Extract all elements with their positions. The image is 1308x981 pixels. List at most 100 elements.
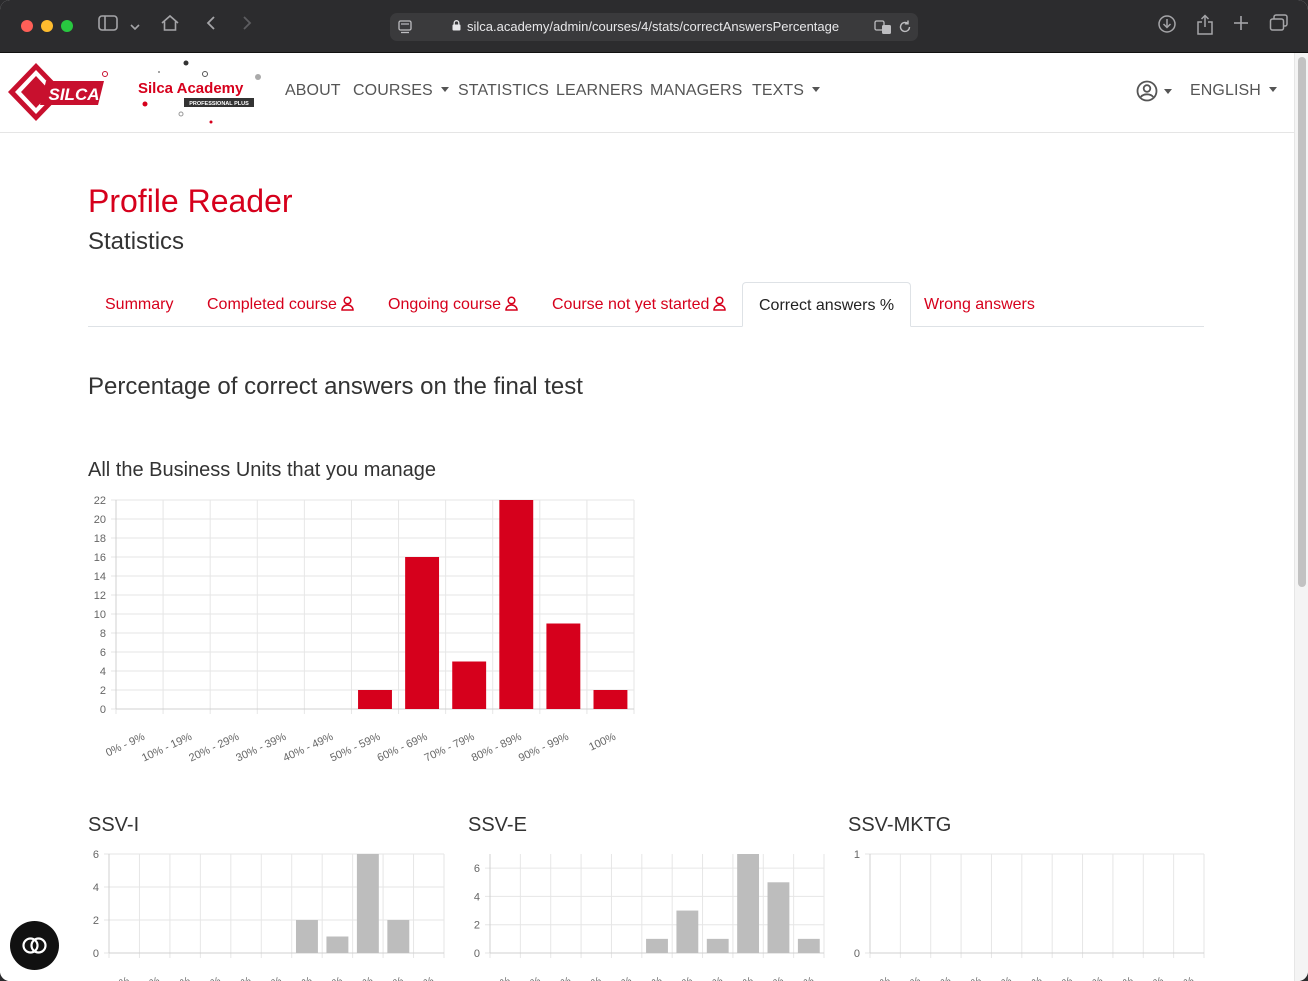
y-tick-label: 2 xyxy=(474,920,480,932)
account-menu[interactable] xyxy=(1136,80,1172,107)
y-tick-label: 2 xyxy=(93,915,99,927)
chart-ssv-e: 02460% - 9%10% - 19%20% - 29%30% - 39%40… xyxy=(470,854,825,981)
tab-overview-icon[interactable] xyxy=(1268,14,1290,38)
silca-academy-logo[interactable]: Silca Academy PROFESSIONAL PLUS xyxy=(134,59,264,127)
back-icon[interactable] xyxy=(203,14,219,38)
language-selector[interactable]: ENGLISH xyxy=(1190,82,1277,100)
nav-texts-label: TEXTS xyxy=(752,82,805,99)
chart-title-all-units: All the Business Units that you manage xyxy=(88,459,436,481)
chart-title-ssv-mktg: SSV-MKTG xyxy=(848,814,952,836)
stats-tabs: Summary Completed course Ongoing course … xyxy=(88,282,1204,327)
page-scrollbar[interactable] xyxy=(1294,53,1308,981)
tab-summary[interactable]: Summary xyxy=(105,282,173,327)
nav-statistics[interactable]: STATISTICS xyxy=(458,82,549,100)
chart-bar[interactable] xyxy=(452,661,487,710)
y-tick-label: 14 xyxy=(94,571,106,583)
y-tick-label: 12 xyxy=(94,590,106,602)
x-tick-label: 40% - 49% xyxy=(281,731,335,763)
chart-bar[interactable] xyxy=(737,854,760,953)
nav-managers-label: MANAGERS xyxy=(650,82,743,99)
chart-bar[interactable] xyxy=(326,936,349,954)
nav-about[interactable]: ABOUT xyxy=(285,82,341,100)
caret-down-icon xyxy=(812,87,821,93)
site-navbar: SILCA Silca Academy PROFESSIONAL PLUS AB… xyxy=(0,53,1294,133)
chart-bar[interactable] xyxy=(797,938,820,953)
nav-statistics-label: STATISTICS xyxy=(458,82,550,99)
home-icon[interactable] xyxy=(159,14,181,38)
y-tick-label: 18 xyxy=(94,533,106,545)
x-tick-label: 0% - 9% xyxy=(470,975,513,981)
chart-bar[interactable] xyxy=(405,557,440,709)
chart-bar[interactable] xyxy=(358,690,392,709)
x-tick-label: 90% - 99% xyxy=(517,731,571,763)
forward-icon[interactable] xyxy=(239,14,255,38)
tab-wrong-answers-label: Wrong answers xyxy=(924,296,1035,313)
tab-completed-course-label: Completed course xyxy=(207,296,337,313)
caret-down-icon xyxy=(1268,87,1277,93)
nav-managers[interactable]: MANAGERS xyxy=(650,82,742,100)
downloads-icon[interactable] xyxy=(1156,14,1178,38)
y-tick-label: 20 xyxy=(94,514,106,526)
new-tab-icon[interactable] xyxy=(1230,14,1252,38)
chart-bar[interactable] xyxy=(295,920,318,953)
chart-bar[interactable] xyxy=(499,500,534,709)
svg-text:Silca Academy: Silca Academy xyxy=(138,80,244,97)
tab-ongoing-course[interactable]: Ongoing course xyxy=(388,282,518,327)
chart-bar[interactable] xyxy=(706,938,729,953)
silca-logo[interactable]: SILCA xyxy=(6,61,110,123)
nav-courses-label: COURSES xyxy=(353,82,433,99)
minimize-window-button[interactable] xyxy=(41,20,53,32)
reload-icon[interactable] xyxy=(898,19,912,35)
x-tick-label: 50% - 59% xyxy=(328,731,382,763)
address-bar[interactable]: silca.academy/admin/courses/4/stats/corr… xyxy=(390,13,918,41)
svg-text:SILCA: SILCA xyxy=(49,85,100,104)
page-menu-icon[interactable] xyxy=(398,20,412,34)
tab-ongoing-course-label: Ongoing course xyxy=(388,296,501,313)
nav-learners[interactable]: LEARNERS xyxy=(556,82,643,100)
link-icon xyxy=(22,937,47,954)
tab-correct-answers[interactable]: Correct answers % xyxy=(742,282,912,327)
close-window-button[interactable] xyxy=(21,20,33,32)
web-page: SILCA Silca Academy PROFESSIONAL PLUS AB… xyxy=(0,53,1294,981)
nav-texts[interactable]: TEXTS xyxy=(752,82,821,100)
chart-bar[interactable] xyxy=(676,910,699,953)
chart-bar[interactable] xyxy=(387,920,410,953)
y-tick-label: 0 xyxy=(474,948,480,960)
accessibility-button[interactable] xyxy=(10,921,59,970)
x-tick-label: 100% xyxy=(786,975,817,981)
tab-completed-course[interactable]: Completed course xyxy=(207,282,354,327)
y-tick-label: 6 xyxy=(100,647,106,659)
scroll-thumb[interactable] xyxy=(1298,57,1306,587)
tab-course-not-yet-started[interactable]: Course not yet started xyxy=(552,282,727,327)
x-tick-label: 70% - 79% xyxy=(423,731,477,763)
x-tick-label: 100% xyxy=(405,975,436,981)
sidebar-toggle-icon[interactable] xyxy=(97,14,119,38)
chart-bar[interactable] xyxy=(593,690,628,709)
chart-bar[interactable] xyxy=(546,623,581,710)
y-tick-label: 16 xyxy=(94,552,106,564)
lock-icon xyxy=(452,20,461,31)
nav-courses[interactable]: COURSES xyxy=(353,82,449,100)
y-tick-label: 1 xyxy=(854,849,860,861)
user-icon xyxy=(341,296,354,311)
share-icon[interactable] xyxy=(1194,14,1216,38)
chart-bar[interactable] xyxy=(646,938,668,953)
x-tick-label: 20% - 29% xyxy=(187,731,241,763)
chart-bar[interactable] xyxy=(767,882,790,953)
y-tick-label: 6 xyxy=(474,863,480,875)
caret-down-icon xyxy=(440,87,449,93)
url-text[interactable]: silca.academy/admin/courses/4/stats/corr… xyxy=(467,19,839,34)
translate-icon[interactable] xyxy=(874,19,892,35)
tab-wrong-answers[interactable]: Wrong answers xyxy=(924,282,1035,327)
user-icon xyxy=(713,296,727,311)
browser-toolbar: silca.academy/admin/courses/4/stats/corr… xyxy=(0,0,1308,53)
tab-groups-chevron-icon[interactable] xyxy=(128,14,142,38)
browser-window: silca.academy/admin/courses/4/stats/corr… xyxy=(0,0,1308,981)
chart-title-ssv-i: SSV-I xyxy=(88,814,140,836)
y-tick-label: 4 xyxy=(100,666,106,678)
x-tick-label: 80% - 89% xyxy=(470,731,524,763)
y-tick-label: 4 xyxy=(93,882,99,894)
chart-bar[interactable] xyxy=(356,854,379,953)
zoom-window-button[interactable] xyxy=(61,20,73,32)
x-tick-label: 0% - 9% xyxy=(89,975,132,981)
